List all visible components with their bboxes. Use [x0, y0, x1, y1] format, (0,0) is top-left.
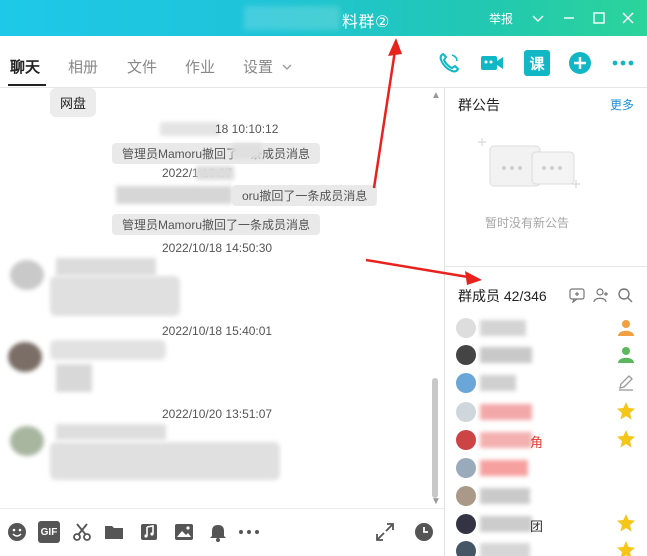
- annotation-arrows: [365, 38, 482, 285]
